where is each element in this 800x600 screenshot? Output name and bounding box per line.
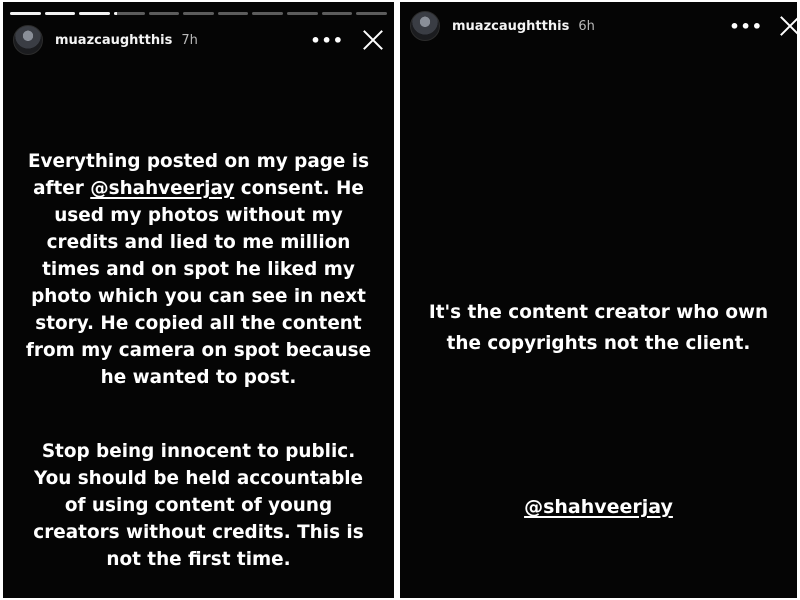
story-mention-block: @shahveerjay — [420, 492, 777, 522]
story-progress-segment — [321, 12, 353, 15]
story-progress-segment — [356, 12, 388, 15]
story-progress-segment — [10, 12, 41, 15]
story-text-paragraph-1: Everything posted on my page is after @s… — [23, 148, 374, 391]
story-progress-segment — [252, 12, 284, 15]
story-progress-segment — [183, 12, 214, 15]
close-icon[interactable] — [779, 15, 797, 37]
story-progress-fill — [10, 12, 41, 15]
story-progress-fill — [113, 12, 117, 15]
story-collage: muazcaughtthis 7h ••• Everything posted … — [0, 0, 800, 600]
story-text: consent. He used my photos without my cr… — [25, 178, 372, 388]
post-timestamp: 7h — [181, 32, 198, 48]
more-options-icon[interactable]: ••• — [310, 31, 344, 50]
more-options-icon[interactable]: ••• — [729, 17, 763, 36]
story-text-paragraph-2: Stop being innocent to public. You shoul… — [33, 441, 364, 570]
username[interactable]: muazcaughtthis — [452, 19, 569, 34]
story-progress-segment — [287, 12, 318, 15]
user-mention-link[interactable]: @shahveerjay — [90, 178, 234, 199]
story-progress-bar — [10, 12, 388, 15]
post-timestamp: 6h — [578, 18, 595, 34]
story-panel-left: muazcaughtthis 7h ••• Everything posted … — [3, 2, 394, 598]
story-progress-fill — [79, 12, 110, 15]
story-progress-segment — [217, 12, 249, 15]
profile-avatar[interactable] — [13, 25, 43, 55]
story-progress-segment — [44, 12, 76, 15]
close-icon[interactable] — [362, 29, 384, 51]
story-progress-segment — [148, 12, 180, 15]
story-progress-segment — [113, 12, 145, 15]
story-header: muazcaughtthis 6h ••• — [410, 11, 787, 41]
user-mention-link[interactable]: @shahveerjay — [524, 496, 673, 518]
story-progress-fill — [44, 12, 76, 15]
story-panel-right: muazcaughtthis 6h ••• It's the content c… — [400, 2, 797, 598]
story-text: It's the content creator who own the cop… — [428, 302, 769, 354]
username[interactable]: muazcaughtthis — [55, 33, 172, 48]
story-header: muazcaughtthis 7h ••• — [13, 25, 384, 55]
profile-avatar[interactable] — [410, 11, 440, 41]
story-progress-segment — [79, 12, 110, 15]
